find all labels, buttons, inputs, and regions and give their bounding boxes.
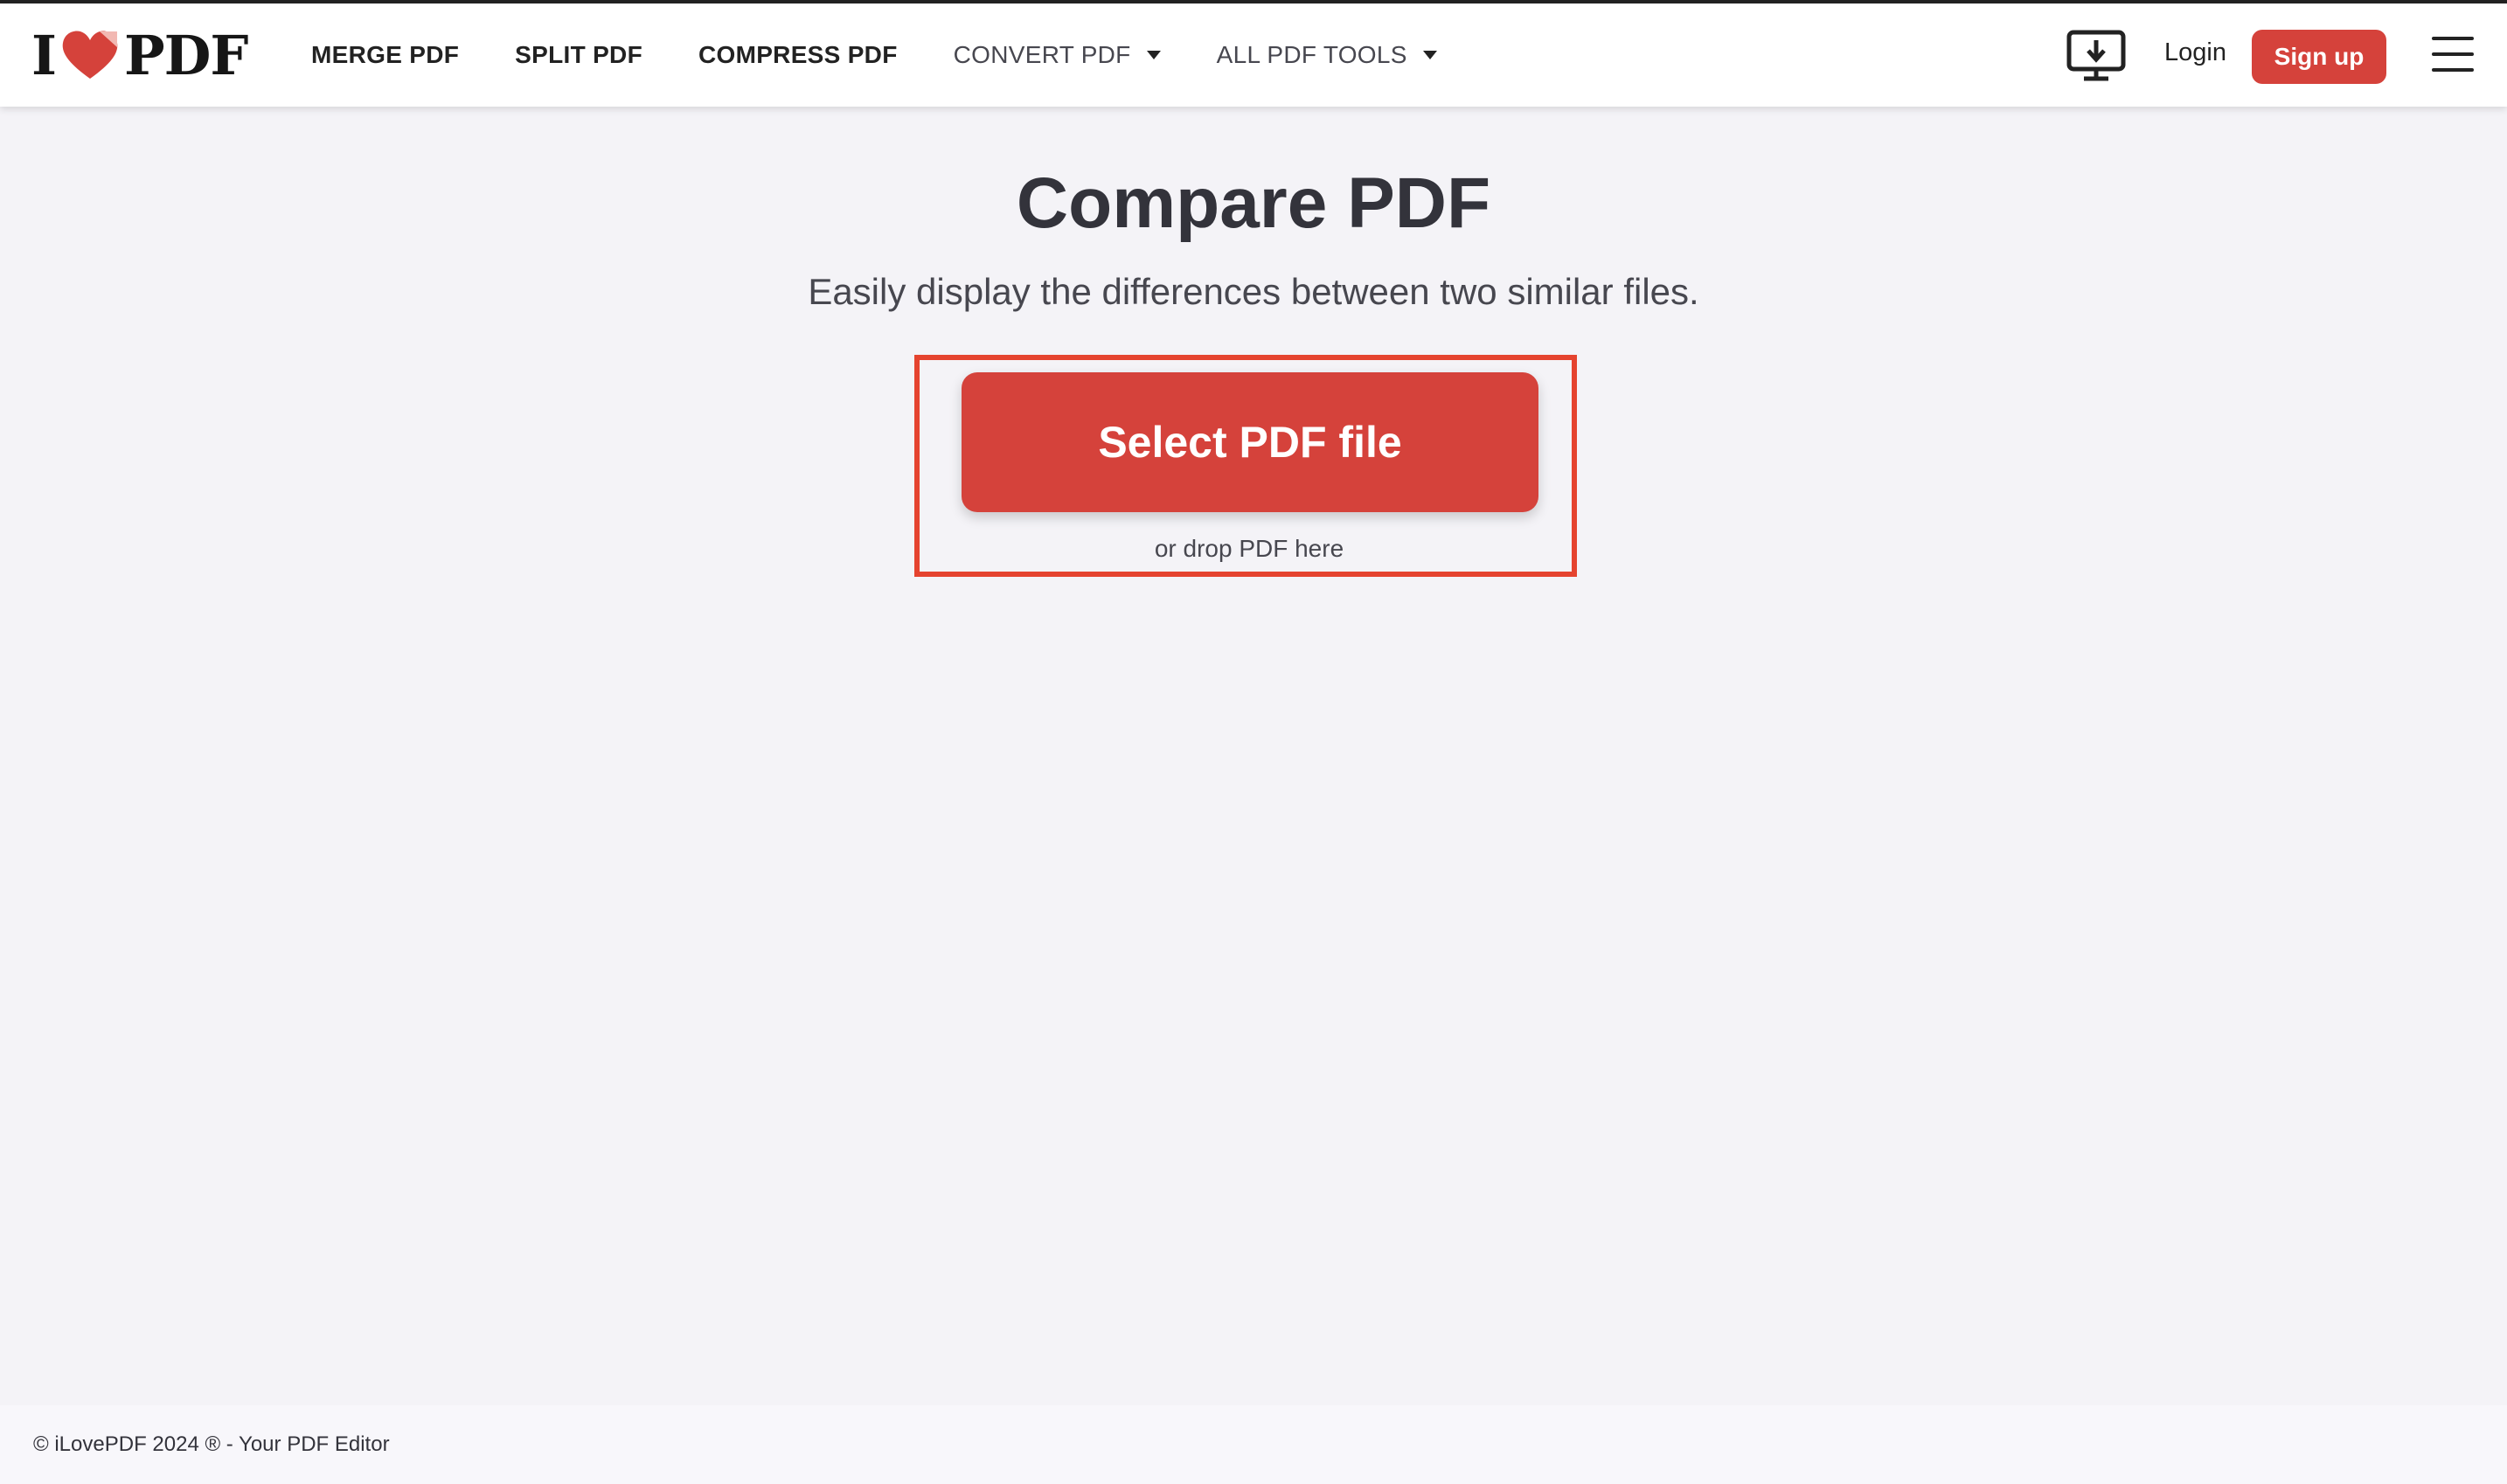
caret-down-icon [1146,51,1161,59]
nav-compress-pdf[interactable]: COMPRESS PDF [698,41,898,69]
caret-down-icon [1422,51,1437,59]
ilovepdf-logo[interactable]: I PDF [31,23,248,87]
menu-bar [2432,68,2474,72]
page-subtitle: Easily display the differences between t… [808,271,1699,312]
nav-item-label: ALL PDF TOOLS [1216,41,1407,68]
signup-button[interactable]: Sign up [2252,30,2386,84]
hamburger-menu-icon[interactable] [2432,37,2474,72]
nav-item-label: MERGE PDF [311,41,460,68]
drop-pdf-hint: or drop PDF here [1154,535,1344,562]
nav-item-label: SPLIT PDF [515,41,642,68]
nav-item-label: CONVERT PDF [953,41,1131,68]
select-pdf-file-button[interactable]: Select PDF file [962,372,1538,512]
logo-text-pdf: PDF [124,23,248,87]
page-title: Compare PDF [1016,163,1491,243]
desktop-download-icon [2066,30,2126,81]
nav-item-label: COMPRESS PDF [698,41,898,68]
top-navbar: I PDF MERGE PDF SPLIT PDF COMPRESS PDF C… [0,3,2507,107]
nav-convert-pdf-dropdown[interactable]: CONVERT PDF [954,41,1161,69]
nav-merge-pdf[interactable]: MERGE PDF [311,41,459,69]
login-link[interactable]: Login [2164,38,2226,67]
copyright-text: © iLovePDF 2024 ® - Your PDF Editor [33,1432,390,1456]
menu-bar [2432,52,2474,56]
logo-letter-i: I [31,23,57,87]
menu-bar [2432,37,2474,40]
heart-logo-icon [62,31,118,79]
main-nav: MERGE PDF SPLIT PDF COMPRESS PDF CONVERT… [311,3,1493,107]
desktop-download-button[interactable] [2066,30,2126,82]
footer: © iLovePDF 2024 ® - Your PDF Editor [0,1405,2507,1484]
nav-split-pdf[interactable]: SPLIT PDF [515,41,642,69]
nav-all-pdf-tools-dropdown[interactable]: ALL PDF TOOLS [1217,41,1437,69]
